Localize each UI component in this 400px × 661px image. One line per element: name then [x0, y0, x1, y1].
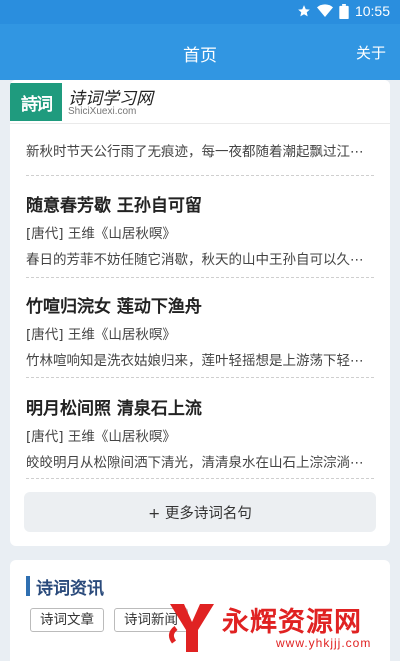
section-title: 诗词资讯 [36, 579, 104, 599]
app-bar: 首页 关于 [0, 24, 400, 80]
watermark-logo-icon [168, 604, 214, 652]
item-title: 明月松间照 清泉石上流 [26, 399, 202, 419]
item-author: [唐代] 王维《山居秋暝》 [26, 226, 176, 242]
watermark-url: www.yhkjjj.com [276, 636, 372, 650]
watermark: 永辉资源网 www.yhkjjj.com [166, 596, 400, 661]
more-lines-button[interactable]: + 更多诗词名句 [24, 492, 376, 532]
about-button[interactable]: 关于 [356, 42, 386, 63]
list-item[interactable]: 明月松间照 清泉石上流 [唐代] 王维《山居秋暝》 皎皎明月从松隙间洒下清光，清… [26, 394, 374, 471]
item-title: 随意春芳歇 王孙自可留 [26, 196, 202, 216]
divider [26, 175, 374, 176]
divider [26, 478, 374, 479]
list-item[interactable]: 随意春芳歇 王孙自可留 [唐代] 王维《山居秋暝》 春日的芳菲不妨任随它消歇，秋… [26, 191, 374, 268]
item-title: 竹喧归浣女 莲动下渔舟 [26, 297, 202, 317]
item-author: [唐代] 王维《山居秋暝》 [26, 327, 176, 343]
clock-time: 10:55 [354, 3, 390, 19]
item-author: [唐代] 王维《山居秋暝》 [26, 429, 176, 445]
divider [26, 377, 374, 378]
site-logo-banner: 詩词 诗词学习网 ShiciXuexi.com [10, 80, 390, 124]
page-title: 首页 [183, 46, 217, 66]
item-desc: 春日的芳菲不妨任随它消歇，秋天的山中王孙自可以久⋯ [26, 252, 364, 268]
star-icon [297, 4, 311, 18]
list-item-partial-desc[interactable]: 新秋时节天公行雨了无痕迹，每一夜都随着潮起飘过江⋯ [26, 140, 374, 160]
item-desc: 皎皎明月从松隙间洒下清光，清清泉水在山石上淙淙淌⋯ [26, 455, 364, 471]
list-item[interactable]: 竹喧归浣女 莲动下渔舟 [唐代] 王维《山居秋暝》 竹林喧响知是洗衣姑娘归来，莲… [26, 292, 374, 369]
divider [26, 277, 374, 278]
section-accent-bar [26, 576, 30, 596]
watermark-text: 永辉资源网 [222, 607, 362, 638]
site-logo-icon: 詩词 [10, 83, 62, 121]
wifi-icon [316, 4, 333, 18]
battery-icon [339, 3, 349, 19]
famous-lines-card: 新秋时节天公行雨了无痕迹，每一夜都随着潮起飘过江⋯ 随意春芳歇 王孙自可留 [唐… [10, 80, 390, 546]
site-logo-domain: ShiciXuexi.com [68, 106, 137, 117]
item-desc: 竹林喧响知是洗衣姑娘归来，莲叶轻摇想是上游荡下轻⋯ [26, 353, 364, 369]
tag-articles[interactable]: 诗词文章 [30, 608, 104, 632]
status-bar: 10:55 [0, 0, 400, 24]
